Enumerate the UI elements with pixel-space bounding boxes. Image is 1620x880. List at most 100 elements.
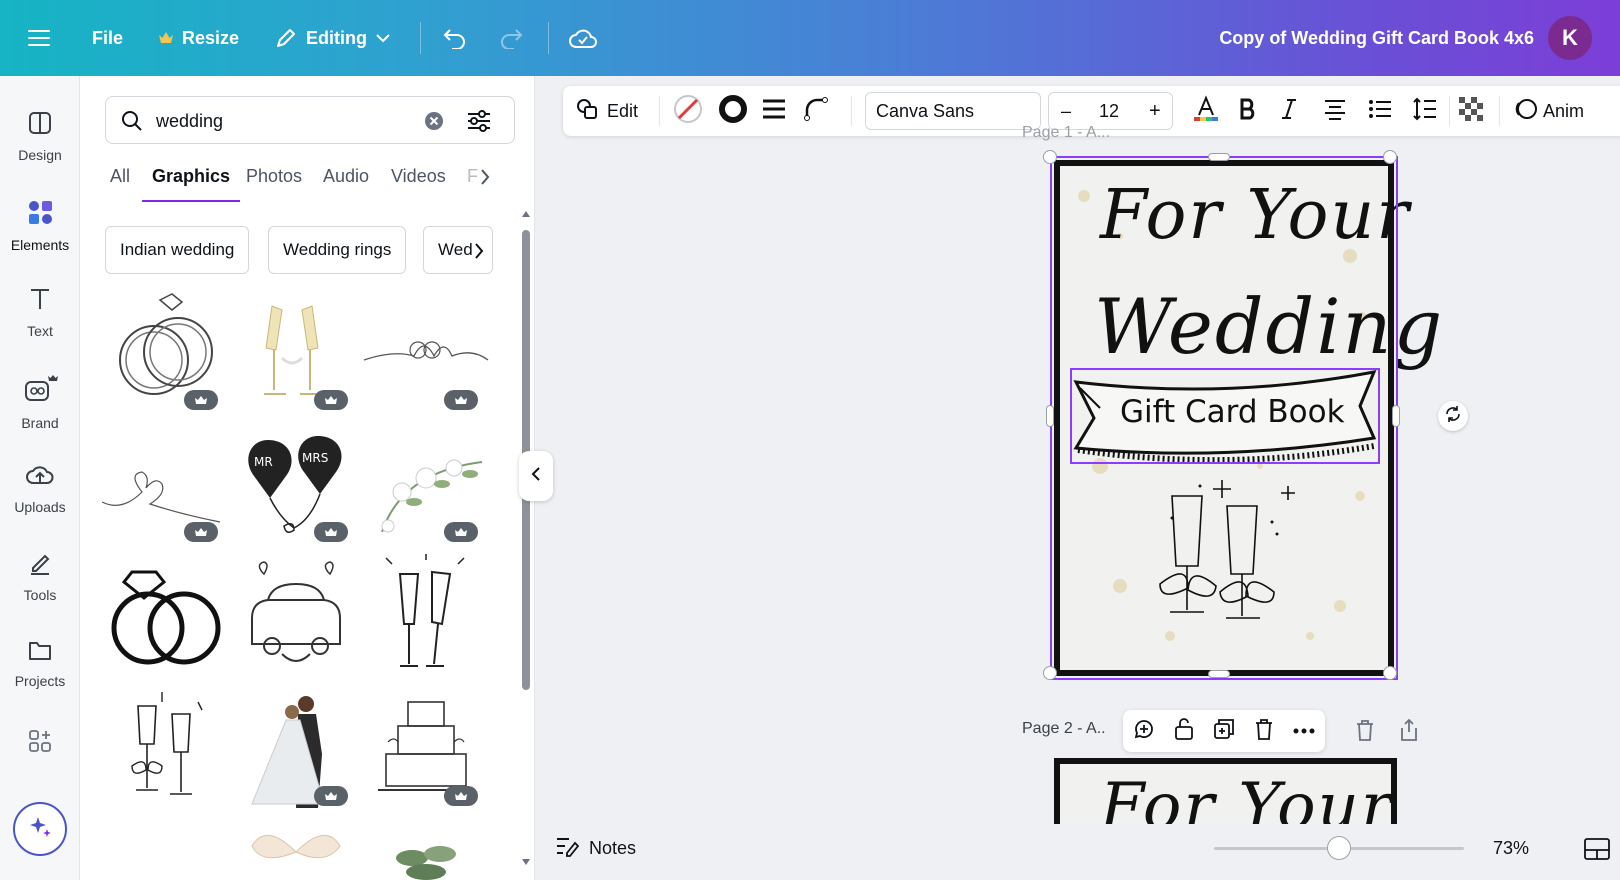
rail-item-apps[interactable] xyxy=(0,702,80,782)
redo-button[interactable] xyxy=(498,0,524,76)
chevron-right-icon[interactable] xyxy=(473,242,485,265)
tab-more[interactable]: F xyxy=(467,162,478,202)
chevron-right-icon[interactable] xyxy=(479,168,491,191)
italic-button[interactable] xyxy=(1281,86,1297,136)
notes-label: Notes xyxy=(589,837,637,858)
rotate-button[interactable] xyxy=(1438,401,1468,431)
editing-label: Editing xyxy=(306,27,367,48)
more-options-icon[interactable] xyxy=(1292,722,1316,740)
premium-badge xyxy=(314,390,348,410)
document-title[interactable]: Copy of Wedding Gift Card Book 4x6 xyxy=(1219,0,1534,76)
corner-rounding-button[interactable] xyxy=(803,86,829,136)
add-comment-icon[interactable] xyxy=(1132,717,1156,746)
rail-item-design[interactable]: Design xyxy=(0,84,80,164)
no-fill-icon xyxy=(673,94,703,129)
tab-graphics[interactable]: Graphics xyxy=(141,162,241,202)
text-color-button[interactable] xyxy=(1193,86,1219,136)
search-input[interactable]: wedding xyxy=(156,97,223,145)
clear-search-icon[interactable] xyxy=(424,111,444,136)
page-grid-view-icon[interactable] xyxy=(1584,838,1610,865)
graphic-glasses-with-bows[interactable] xyxy=(102,686,230,814)
rail-item-text[interactable]: Text xyxy=(0,260,80,340)
collapse-panel-button[interactable] xyxy=(519,451,553,501)
page-2-label[interactable]: Page 2 - A.. xyxy=(1022,720,1106,738)
fill-color-button[interactable] xyxy=(673,86,703,136)
graphic-toasting-flutes[interactable] xyxy=(362,554,490,682)
resize-handle-bottom-left[interactable] xyxy=(1043,666,1057,680)
undo-button[interactable] xyxy=(442,0,468,76)
tab-audio[interactable]: Audio xyxy=(323,162,369,202)
rail-item-tools[interactable]: Tools xyxy=(0,524,80,604)
file-menu-button[interactable]: File xyxy=(92,0,123,76)
page-2-preview[interactable]: For Your xyxy=(1054,758,1397,824)
graphic-mr-mrs-balloons[interactable]: MR MRS xyxy=(232,422,360,550)
zoom-level[interactable]: 73% xyxy=(1493,826,1529,870)
search-box[interactable]: wedding xyxy=(105,96,515,144)
list-button[interactable] xyxy=(1368,86,1392,136)
share-page-icon[interactable] xyxy=(1398,718,1420,747)
resize-handle-bottom-right[interactable] xyxy=(1383,666,1397,680)
resize-handle-bottom[interactable] xyxy=(1208,670,1230,678)
graphic-wedding-rings-sketch[interactable] xyxy=(102,290,230,418)
graphic-wedding-cake-sketch[interactable] xyxy=(362,686,490,814)
graphic-heart-line-divider[interactable] xyxy=(362,290,490,418)
rail-item-brand[interactable]: Brand xyxy=(0,348,80,431)
crown-icon xyxy=(158,31,174,45)
svg-text:MR: MR xyxy=(254,455,273,469)
zoom-slider-knob[interactable] xyxy=(1327,836,1351,860)
font-size-increase[interactable]: + xyxy=(1149,93,1161,129)
chip-wedding-rings[interactable]: Wedding rings xyxy=(268,226,407,274)
premium-badge xyxy=(184,390,218,410)
transparency-button[interactable] xyxy=(1459,86,1483,136)
rail-item-projects[interactable]: Projects xyxy=(0,612,80,692)
resize-button[interactable]: Resize xyxy=(158,0,239,76)
resize-label: Resize xyxy=(182,27,240,48)
font-family-select[interactable]: Canva Sans xyxy=(865,92,1041,130)
graphic-champagne-glasses-gold[interactable] xyxy=(232,290,360,418)
bullet-list-icon xyxy=(1368,98,1392,125)
graphic-bride-groom-watercolor[interactable] xyxy=(232,686,360,814)
graphic-diamond-rings[interactable] xyxy=(102,554,230,682)
page-1-label[interactable]: Page 1 - A... xyxy=(1022,124,1110,142)
border-weight-button[interactable] xyxy=(761,86,787,136)
animate-button[interactable]: Anim xyxy=(1513,86,1584,136)
filter-icon[interactable] xyxy=(466,109,492,138)
graphic-white-floral-corner[interactable] xyxy=(362,422,490,550)
bold-button[interactable] xyxy=(1239,86,1257,136)
chip-indian-wedding[interactable]: Indian wedding xyxy=(105,226,250,274)
align-button[interactable] xyxy=(1323,86,1347,136)
graphic-just-married-car[interactable] xyxy=(232,554,360,682)
rail-item-uploads[interactable]: Uploads xyxy=(0,436,80,516)
delete-icon[interactable] xyxy=(1253,717,1275,746)
editing-mode-dropdown[interactable]: Editing xyxy=(274,0,391,76)
magic-assistant-button[interactable] xyxy=(13,802,67,856)
rail-item-elements[interactable]: Elements xyxy=(0,172,80,253)
tab-photos[interactable]: Photos xyxy=(246,162,302,202)
notes-button[interactable]: Notes xyxy=(555,826,636,870)
border-color-button[interactable] xyxy=(718,86,748,136)
align-center-icon xyxy=(1323,98,1347,125)
border-ring-icon xyxy=(718,94,748,129)
avatar[interactable]: K xyxy=(1548,16,1592,60)
cloud-save-button[interactable] xyxy=(568,0,598,76)
resize-handle-left[interactable] xyxy=(1046,405,1054,427)
hamburger-icon xyxy=(28,29,50,47)
spacing-button[interactable] xyxy=(1413,86,1437,136)
graphic-greenery-bouquet[interactable] xyxy=(362,818,490,880)
delete-page-icon[interactable] xyxy=(1354,718,1376,747)
resize-handle-right[interactable] xyxy=(1392,405,1400,427)
graphic-cream-bow[interactable] xyxy=(232,818,360,880)
edit-button[interactable]: Edit xyxy=(575,86,638,136)
corner-icon xyxy=(803,96,829,127)
resize-handle-top[interactable] xyxy=(1208,153,1230,161)
resize-handle-top-right[interactable] xyxy=(1383,150,1397,164)
graphic-two-hearts-line[interactable] xyxy=(101,422,230,550)
apps-icon xyxy=(27,728,53,765)
duplicate-icon[interactable] xyxy=(1212,717,1236,746)
tab-all[interactable]: All xyxy=(110,162,130,202)
lock-icon[interactable] xyxy=(1173,717,1195,746)
tab-videos[interactable]: Videos xyxy=(391,162,446,202)
scroll-down-arrow[interactable] xyxy=(521,856,531,868)
main-menu-button[interactable] xyxy=(28,0,50,76)
resize-handle-top-left[interactable] xyxy=(1043,150,1057,164)
